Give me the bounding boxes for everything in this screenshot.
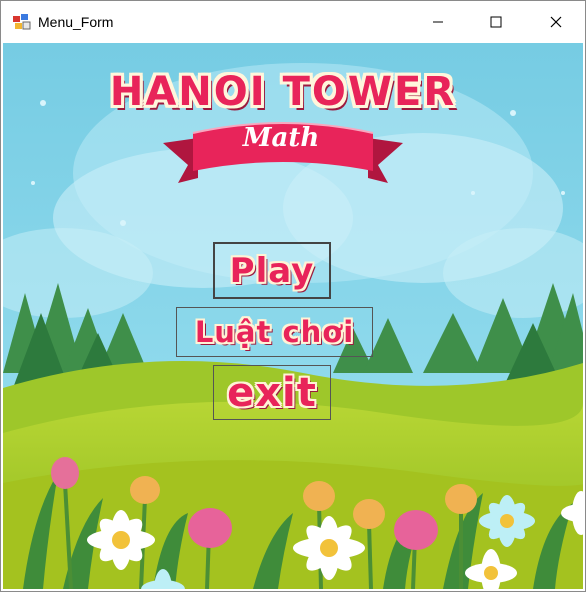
- maximize-icon: [490, 16, 502, 28]
- play-button[interactable]: Play: [213, 242, 331, 299]
- rules-button-label: Luật chơi: [194, 315, 355, 349]
- minimize-button[interactable]: [409, 1, 467, 43]
- app-icon: [13, 14, 31, 30]
- app-window: Menu_Form HANOI TOWER Math Play Luật chơ…: [0, 0, 586, 592]
- maximize-button[interactable]: [467, 1, 525, 43]
- app-logo-title: HANOI TOWER: [109, 69, 457, 115]
- minimize-icon: [433, 21, 443, 23]
- app-logo-subtitle: Math: [242, 123, 320, 153]
- title-bar[interactable]: Menu_Form: [1, 1, 585, 43]
- exit-button-label: exit: [227, 369, 317, 416]
- menu-form-client: HANOI TOWER Math Play Luật chơi exit: [3, 43, 583, 589]
- play-button-label: Play: [229, 250, 315, 291]
- exit-button[interactable]: exit: [213, 365, 331, 420]
- close-button[interactable]: [527, 1, 585, 43]
- close-icon: [550, 16, 562, 28]
- rules-button[interactable]: Luật chơi: [176, 307, 373, 357]
- window-title: Menu_Form: [38, 14, 114, 30]
